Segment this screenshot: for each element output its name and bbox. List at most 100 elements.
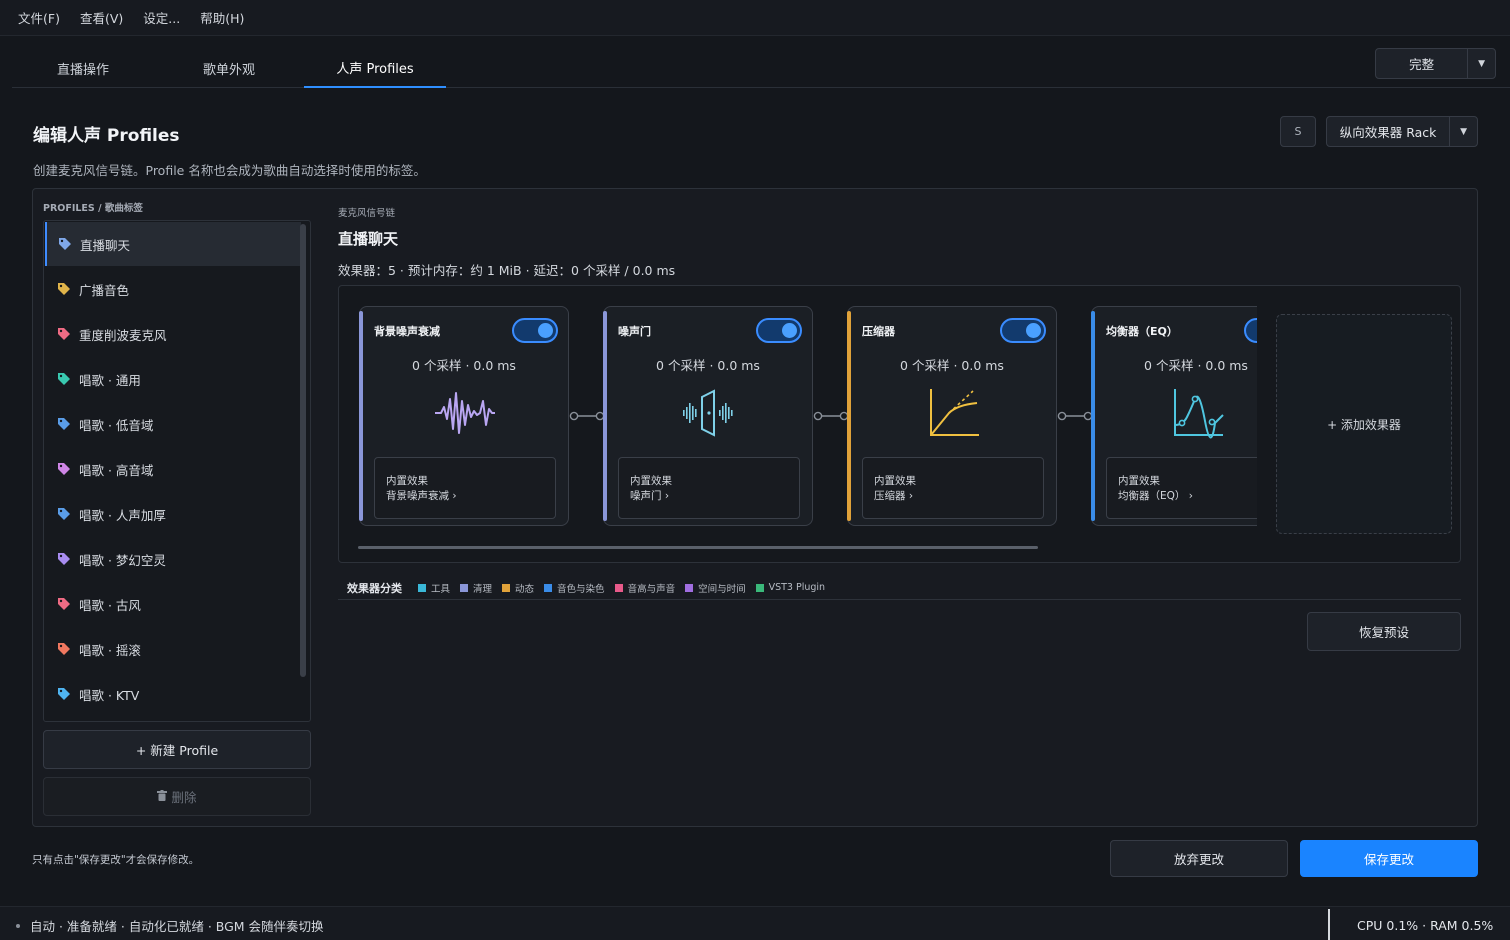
legend-swatch <box>614 583 623 592</box>
toggle-knob <box>782 323 797 338</box>
effect-enable-toggle[interactable] <box>512 318 558 343</box>
tag-icon <box>57 462 71 476</box>
legend-item-label: 清理 <box>473 583 493 595</box>
effect-source-title: 内置效果 <box>630 475 672 487</box>
done-button[interactable]: 完整 <box>1376 49 1467 78</box>
rack-dropdown-chevron-icon[interactable]: ▼ <box>1449 117 1477 146</box>
legend-item: 动态 <box>502 581 534 595</box>
tag-icon <box>57 642 71 656</box>
effect-chain-track: 背景噪声衰减 0 个采样 · 0.0 ms 内置效果 背景噪声衰减 › 噪声门 0 个采样… <box>339 286 1257 556</box>
profile-item-label: 唱歌 · 古风 <box>79 597 141 613</box>
tab-vocal-profiles[interactable]: 人声 Profiles <box>304 48 446 88</box>
trash-icon <box>157 789 168 804</box>
effect-enable-toggle[interactable] <box>1000 318 1046 343</box>
effect-source-box[interactable]: 内置效果 噪声门 › <box>618 457 800 519</box>
resource-usage: CPU 0.1% · RAM 0.5% <box>1357 918 1494 933</box>
done-dropdown-chevron-icon[interactable]: ▼ <box>1467 49 1495 78</box>
profile-item-label: 唱歌 · 通用 <box>79 372 141 388</box>
page-title: 编辑人声 Profiles <box>33 126 180 146</box>
legend-title: 效果器分类 <box>347 581 402 595</box>
legend-item: VST3 Plugin <box>755 582 826 593</box>
effect-source-box[interactable]: 内置效果 压缩器 › <box>862 457 1044 519</box>
effect-enable-toggle[interactable] <box>756 318 802 343</box>
chain-title: 直播聊天 <box>338 230 399 248</box>
legend-item: 清理 <box>460 581 492 595</box>
profile-item[interactable]: 广播音色 <box>45 267 301 311</box>
legend-item: 空间与时间 <box>685 581 746 595</box>
discard-changes-button[interactable]: 放弃更改 <box>1110 840 1288 877</box>
profile-item[interactable]: 唱歌 · 古风 <box>45 582 301 626</box>
legend-item-label: VST3 Plugin <box>768 582 826 593</box>
status-dot-icon <box>16 923 20 928</box>
menu-settings[interactable]: 设定... <box>143 8 180 27</box>
effect-card-accent <box>603 311 607 521</box>
eq-curve-icon <box>1157 385 1237 441</box>
chain-connector-icon <box>1057 406 1093 426</box>
delete-profile-button[interactable]: 删除 <box>43 777 311 816</box>
legend-swatch <box>544 583 553 592</box>
waveform-icon <box>425 385 505 441</box>
tag-icon <box>57 552 71 566</box>
legend-item-label: 音高与声音 <box>627 583 676 595</box>
profiles-section-label: PROFILES / 歌曲标签 <box>43 203 143 214</box>
effect-name: 背景噪声衰减 <box>374 325 440 338</box>
profile-item-label: 重度削波麦克风 <box>79 327 167 343</box>
legend-item-label: 工具 <box>431 583 451 595</box>
effect-stats: 0 个采样 · 0.0 ms <box>412 358 516 373</box>
rack-split-button: 纵向效果器 Rack ▼ <box>1326 116 1478 147</box>
save-changes-button[interactable]: 保存更改 <box>1300 840 1478 877</box>
effect-card[interactable]: 噪声门 0 个采样 · 0.0 ms 内置效果 噪声门 › <box>603 306 813 526</box>
s-button[interactable]: S <box>1280 116 1316 147</box>
add-effect-button[interactable]: + 添加效果器 <box>1276 314 1452 534</box>
restore-preset-button[interactable]: 恢复预设 <box>1307 612 1461 651</box>
profile-item[interactable]: 唱歌 · 人声加厚 <box>45 492 301 536</box>
new-profile-button[interactable]: + 新建 Profile <box>43 730 311 769</box>
status-divider <box>1328 909 1330 940</box>
delete-label: 删除 <box>171 790 197 805</box>
tab-playlist-appearance[interactable]: 歌单外观 <box>158 48 300 88</box>
toggle-knob <box>1026 323 1041 338</box>
menu-file[interactable]: 文件(F) <box>18 8 60 27</box>
tag-icon <box>57 282 71 296</box>
legend-item-label: 空间与时间 <box>698 583 746 595</box>
profile-item[interactable]: 唱歌 · 摇滚 <box>45 627 301 671</box>
tab-bar: 直播操作 歌单外观 人声 Profiles <box>12 48 1510 88</box>
menu-help[interactable]: 帮助(H) <box>200 8 244 27</box>
status-bar: 自动 · 准备就绪 · 自动化已就绪 · BGM 会随伴奏切换 CPU 0.1%… <box>0 906 1510 940</box>
chain-horizontal-scrollbar[interactable] <box>358 546 1038 549</box>
profile-item-label: 唱歌 · 梦幻空灵 <box>79 552 166 568</box>
profile-item-label: 直播聊天 <box>80 237 131 253</box>
menu-view[interactable]: 查看(V) <box>80 8 123 27</box>
tag-icon <box>57 327 71 341</box>
tag-icon <box>57 417 71 431</box>
legend-item-label: 动态 <box>515 583 535 595</box>
effect-card[interactable]: 压缩器 0 个采样 · 0.0 ms 内置效果 压缩器 › <box>847 306 1057 526</box>
profile-item[interactable]: 唱歌 · KTV <box>45 672 301 716</box>
profile-item[interactable]: 唱歌 · 梦幻空灵 <box>45 537 301 581</box>
tag-icon <box>57 687 71 701</box>
profile-item[interactable]: 唱歌 · 高音域 <box>45 447 301 491</box>
effect-enable-toggle[interactable] <box>1244 318 1257 343</box>
effect-source-box[interactable]: 内置效果 均衡器（EQ） › <box>1106 457 1257 519</box>
profile-item[interactable]: 重度削波麦克风 <box>45 312 301 356</box>
effect-card-accent <box>1091 311 1095 521</box>
effect-card-accent <box>847 311 851 521</box>
vertical-rack-button[interactable]: 纵向效果器 Rack <box>1327 117 1449 146</box>
effect-card[interactable]: 背景噪声衰减 0 个采样 · 0.0 ms 内置效果 背景噪声衰减 › <box>359 306 569 526</box>
profile-item[interactable]: 唱歌 · 通用 <box>45 357 301 401</box>
profile-item-label: 唱歌 · 高音域 <box>79 462 154 478</box>
effect-source-box[interactable]: 内置效果 背景噪声衰减 › <box>374 457 556 519</box>
effect-card[interactable]: 均衡器（EQ） 0 个采样 · 0.0 ms 内置效果 均衡器（EQ） › <box>1091 306 1257 526</box>
chain-connector-icon <box>569 406 605 426</box>
profile-list-scrollbar[interactable] <box>300 224 306 677</box>
profile-item[interactable]: 直播聊天 <box>45 222 301 266</box>
legend-swatch <box>685 583 694 592</box>
effect-source-name: 压缩器 › <box>874 490 914 502</box>
page-subtitle: 创建麦克风信号链。Profile 名称也会成为歌曲自动选择时使用的标签。 <box>33 163 426 178</box>
noise-gate-icon <box>669 385 749 441</box>
profile-item[interactable]: 唱歌 · 低音域 <box>45 402 301 446</box>
tag-icon <box>58 237 72 251</box>
effect-card-accent <box>359 311 363 521</box>
profile-list: 直播聊天 广播音色 重度削波麦克风 唱歌 · 通用 唱歌 · 低音域 唱歌 · 高音域 唱歌… <box>43 220 311 722</box>
tab-live-control[interactable]: 直播操作 <box>12 48 154 88</box>
